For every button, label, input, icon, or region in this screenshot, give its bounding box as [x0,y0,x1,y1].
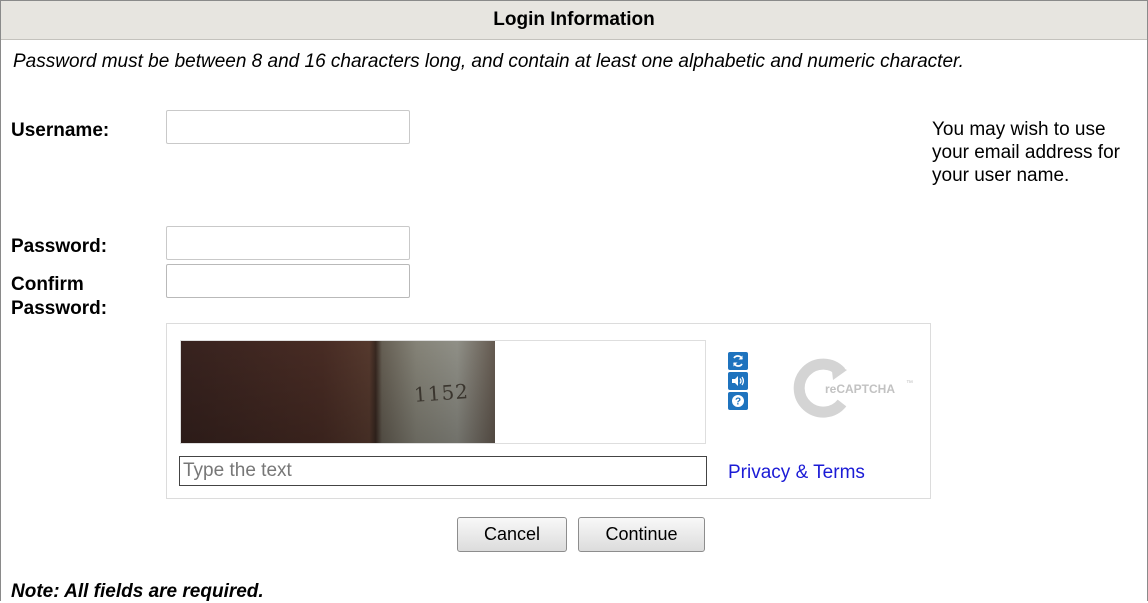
cancel-button[interactable]: Cancel [457,517,567,552]
required-fields-note: Note: All fields are required. [11,581,264,602]
confirm-password-label-line2: Password: [11,298,108,319]
privacy-terms-link[interactable]: Privacy & Terms [728,462,865,484]
confirm-password-input[interactable] [166,264,410,298]
section-header: Login Information [1,0,1147,40]
captcha-image: 1152 [181,341,495,443]
audio-icon[interactable] [728,372,748,390]
username-label: Username: [11,120,110,141]
password-label: Password: [11,236,108,257]
captcha-text-input[interactable] [179,456,707,486]
captcha-image-frame: 1152 [180,340,706,444]
help-icon[interactable]: ? [728,392,748,410]
recaptcha-logo: reCAPTCHA ™ [793,358,923,418]
svg-text:?: ? [735,397,741,408]
continue-button[interactable]: Continue [578,517,705,552]
password-hint: Password must be between 8 and 16 charac… [13,51,964,72]
login-form: Login Information Password must be betwe… [0,0,1148,602]
recaptcha-logo-tm: ™ [906,380,913,387]
captcha-image-text: 1152 [413,379,470,407]
recaptcha-logo-text: reCAPTCHA [825,382,895,396]
username-input[interactable] [166,110,410,144]
confirm-password-label-line1: Confirm [11,274,84,295]
captcha-controls: ? [728,352,748,412]
recaptcha-widget: 1152 ? reCAPTCHA ™ Type the text Privacy… [166,323,931,499]
username-tip: You may wish to use your email address f… [932,119,1120,186]
refresh-icon[interactable] [728,352,748,370]
password-input[interactable] [166,226,410,260]
